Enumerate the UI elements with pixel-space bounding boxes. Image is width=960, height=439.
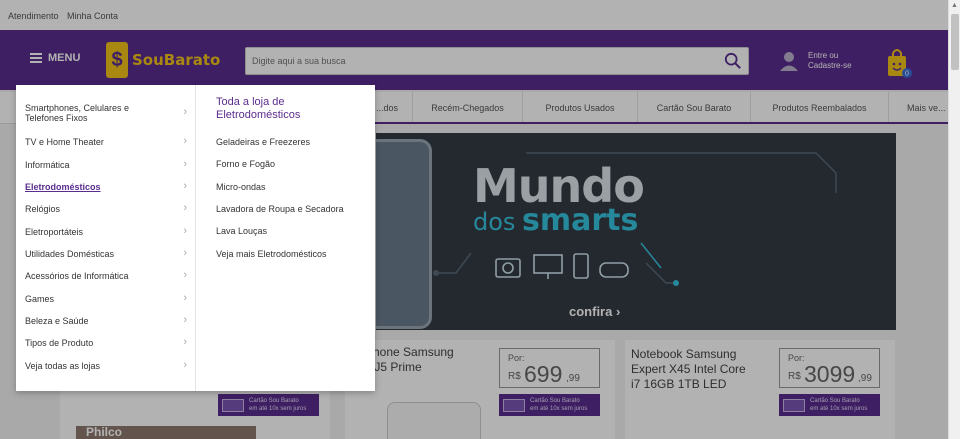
chevron-right-icon: ›	[183, 158, 187, 170]
subcategory-item-forno[interactable]: Forno e Fogão	[216, 159, 275, 169]
subcategory-item-geladeiras[interactable]: Geladeiras e Freezeres	[216, 137, 310, 147]
chevron-right-icon: ›	[183, 247, 187, 259]
category-label: Utilidades Domésticas	[25, 249, 115, 259]
scroll-thumb[interactable]	[951, 14, 959, 70]
subcategory-item-lavadora[interactable]: Lavadora de Roupa e Secadora	[216, 204, 344, 214]
page-scrollbar[interactable]: ▲	[948, 0, 960, 439]
category-item-relogios[interactable]: Relógios ›	[25, 202, 187, 215]
category-item-tv[interactable]: TV e Home Theater ›	[25, 135, 187, 148]
chevron-right-icon: ›	[183, 359, 187, 371]
category-item-beleza[interactable]: Beleza e Saúde ›	[25, 314, 187, 327]
category-item-informatica[interactable]: Informática ›	[25, 158, 187, 171]
chevron-right-icon: ›	[183, 106, 187, 118]
category-item-acessorios[interactable]: Acessórios de Informática ›	[25, 269, 187, 282]
category-list: Smartphones, Celulares e Telefones Fixos…	[16, 85, 196, 391]
category-label: Veja todas as lojas	[25, 361, 101, 371]
category-label: Beleza e Saúde	[25, 316, 89, 326]
category-label: Games	[25, 294, 55, 304]
category-label: Acessórios de Informática	[25, 271, 129, 281]
category-item-smartphones[interactable]: Smartphones, Celulares e Telefones Fixos…	[25, 103, 187, 123]
category-item-todas-lojas[interactable]: Veja todas as lojas ›	[25, 359, 187, 372]
chevron-right-icon: ›	[183, 336, 187, 348]
category-item-eletrodomesticos[interactable]: Eletrodomésticos ›	[25, 180, 187, 193]
category-item-games[interactable]: Games ›	[25, 292, 187, 305]
category-label: Informática	[25, 160, 70, 170]
subcategory-item-micro-ondas[interactable]: Micro-ondas	[216, 182, 266, 192]
subcategory-item-lava-loucas[interactable]: Lava Louças	[216, 226, 267, 236]
category-dropdown: Smartphones, Celulares e Telefones Fixos…	[16, 85, 375, 391]
chevron-right-icon: ›	[183, 269, 187, 281]
chevron-right-icon: ›	[183, 135, 187, 147]
category-label: Tipos de Produto	[25, 338, 94, 348]
chevron-right-icon: ›	[183, 292, 187, 304]
category-label: Eletrodomésticos	[25, 182, 101, 192]
category-item-eletroportateis[interactable]: Eletroportáteis ›	[25, 225, 187, 238]
category-label: TV e Home Theater	[25, 137, 104, 147]
chevron-right-icon: ›	[183, 180, 187, 192]
scroll-up-icon[interactable]: ▲	[951, 2, 958, 9]
chevron-right-icon: ›	[183, 202, 187, 214]
category-label: Smartphones, Celulares e Telefones Fixos	[25, 103, 130, 123]
chevron-right-icon: ›	[183, 314, 187, 326]
subcategory-item-veja-mais[interactable]: Veja mais Eletrodomésticos	[216, 249, 327, 259]
category-label: Relógios	[25, 204, 61, 214]
category-item-tipos[interactable]: Tipos de Produto ›	[25, 336, 187, 349]
category-label: Eletroportáteis	[25, 227, 84, 237]
category-item-utilidades[interactable]: Utilidades Domésticas ›	[25, 247, 187, 260]
chevron-right-icon: ›	[183, 225, 187, 237]
subcategory-title[interactable]: Toda a loja de Eletrodomésticos	[216, 96, 366, 122]
